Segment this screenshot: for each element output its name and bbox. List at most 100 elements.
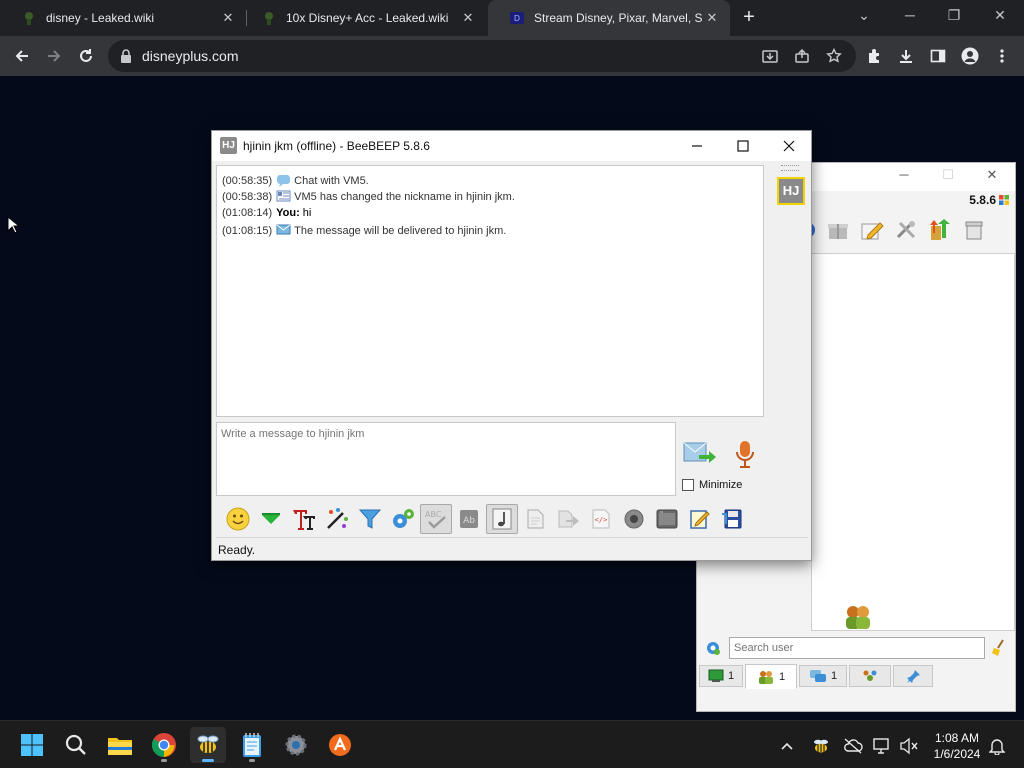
- folder-icon: [108, 738, 132, 755]
- user-list[interactable]: [811, 253, 1015, 631]
- chat-log[interactable]: (00:58:35) Chat with VM5. (00:58:38) VM5…: [216, 165, 764, 417]
- notepad-taskbar-button[interactable]: [234, 727, 270, 763]
- chat-maximize-button[interactable]: [720, 133, 766, 159]
- gear-icon[interactable]: [705, 640, 721, 656]
- profile-icon[interactable]: [956, 42, 984, 70]
- tab-groups[interactable]: [849, 665, 891, 687]
- extensions-icon[interactable]: [860, 42, 888, 70]
- sound-button[interactable]: [486, 504, 518, 534]
- sidepanel-icon[interactable]: [924, 42, 952, 70]
- edit-note-icon[interactable]: [859, 217, 885, 243]
- notifications-button[interactable]: [986, 735, 1008, 757]
- chat-minimize-button[interactable]: [674, 133, 720, 159]
- show-hidden-icons-button[interactable]: [776, 735, 798, 757]
- address-bar[interactable]: disneyplus.com: [108, 40, 856, 72]
- tab-search-icon[interactable]: ⌄: [842, 0, 886, 32]
- window-close-button[interactable]: ✕: [978, 0, 1022, 32]
- menu-icon[interactable]: [988, 42, 1016, 70]
- windows-logo-icon: [21, 734, 43, 756]
- tab-green-screen[interactable]: 1: [699, 665, 743, 687]
- emoticon-button[interactable]: [222, 504, 254, 534]
- window-restore-button[interactable]: ❐: [932, 0, 976, 32]
- close-icon[interactable]: ✕: [458, 10, 478, 26]
- chat-message: (01:08:15) The message will be delivered…: [222, 224, 758, 238]
- word-completer-button[interactable]: Ab: [453, 504, 485, 534]
- screenshot-button[interactable]: [618, 504, 650, 534]
- file-explorer-button[interactable]: [102, 727, 138, 763]
- tab-disney-leaked[interactable]: disney - Leaked.wiki ✕: [0, 0, 246, 36]
- reload-icon[interactable]: [72, 42, 100, 70]
- search-button[interactable]: [58, 727, 94, 763]
- beebeep-taskbar-button[interactable]: [190, 727, 226, 763]
- onedrive-offline-icon[interactable]: [842, 735, 864, 757]
- update-icon[interactable]: [927, 217, 953, 243]
- close-icon[interactable]: ✕: [702, 10, 722, 26]
- start-button[interactable]: [14, 727, 50, 763]
- panel-grip[interactable]: [781, 165, 799, 171]
- volume-icon[interactable]: [898, 735, 920, 757]
- tab-count: 1: [778, 670, 786, 683]
- font-color-button[interactable]: [321, 504, 353, 534]
- back-icon[interactable]: [8, 42, 36, 70]
- bell-icon: [989, 739, 1005, 755]
- settings-taskbar-button[interactable]: [278, 727, 314, 763]
- status-separator: [216, 537, 808, 538]
- beebeep-app-icon: HJ: [220, 137, 237, 154]
- minimize-option[interactable]: Minimize: [682, 479, 742, 491]
- network-icon[interactable]: [872, 735, 894, 757]
- avast-taskbar-button[interactable]: [322, 727, 358, 763]
- beebeep-tray-icon[interactable]: [810, 735, 832, 757]
- disneyplus-favicon: D: [510, 12, 524, 24]
- trash-icon[interactable]: [961, 217, 987, 243]
- running-indicator: [161, 759, 167, 762]
- star-icon[interactable]: [824, 46, 844, 66]
- filter-button[interactable]: [354, 504, 386, 534]
- more-emoticons-button[interactable]: [255, 504, 287, 534]
- chat-settings-button[interactable]: [387, 504, 419, 534]
- save-chat-button[interactable]: [519, 504, 551, 534]
- tab-pin[interactable]: [893, 665, 933, 687]
- close-icon[interactable]: ✕: [218, 10, 238, 26]
- notepad-icon: [690, 510, 710, 529]
- tab-disneyplus[interactable]: D Stream Disney, Pixar, Marvel, Sta ✕: [488, 0, 730, 36]
- spellcheck-button[interactable]: ABC: [420, 504, 452, 534]
- windows-flag-icon: [999, 195, 1009, 205]
- lock-icon[interactable]: [120, 48, 132, 64]
- tab-10x-disney[interactable]: 10x Disney+ Acc - Leaked.wiki ✕: [240, 0, 486, 36]
- search-user-input[interactable]: [729, 637, 985, 659]
- tab-users[interactable]: 1: [745, 664, 797, 689]
- download-icon[interactable]: [892, 42, 920, 70]
- clear-search-broom-icon[interactable]: [991, 639, 1007, 657]
- tab-chats[interactable]: 1: [799, 665, 847, 687]
- font-button[interactable]: [288, 504, 320, 534]
- voice-message-button[interactable]: [730, 439, 760, 471]
- send-button[interactable]: [682, 439, 718, 469]
- main-maximize-button[interactable]: ☐: [937, 167, 959, 187]
- chat-close-button[interactable]: [766, 133, 812, 159]
- gift-icon[interactable]: [825, 217, 851, 243]
- document-icon: [527, 509, 544, 529]
- install-icon[interactable]: [760, 46, 780, 66]
- html-button[interactable]: </>: [585, 504, 617, 534]
- main-bottom-tabs: 1 1 1: [697, 663, 1015, 689]
- taskbar-clock[interactable]: 1:08 AM 1/6/2024: [922, 730, 992, 762]
- clear-chat-button[interactable]: [651, 504, 683, 534]
- forward-icon[interactable]: [40, 42, 68, 70]
- avatar[interactable]: HJ: [777, 177, 805, 205]
- new-tab-button[interactable]: +: [738, 6, 760, 28]
- main-minimize-button[interactable]: ─: [893, 167, 915, 187]
- message-input[interactable]: [216, 422, 676, 496]
- settings-gears-icon: [393, 509, 414, 528]
- window-minimize-button[interactable]: ─: [888, 0, 932, 32]
- tools-icon[interactable]: [893, 217, 919, 243]
- font-icon: [293, 510, 315, 530]
- minimize-checkbox[interactable]: [682, 479, 694, 491]
- search-icon: [65, 734, 86, 755]
- send-file-button[interactable]: [552, 504, 584, 534]
- main-close-button[interactable]: ✕: [981, 167, 1003, 187]
- share-icon[interactable]: [792, 46, 812, 66]
- save-button[interactable]: [717, 504, 749, 534]
- edit-notes-button[interactable]: [684, 504, 716, 534]
- chrome-button[interactable]: [146, 727, 182, 763]
- message-text: VM5 has changed the nickname in hjinin j…: [294, 191, 515, 203]
